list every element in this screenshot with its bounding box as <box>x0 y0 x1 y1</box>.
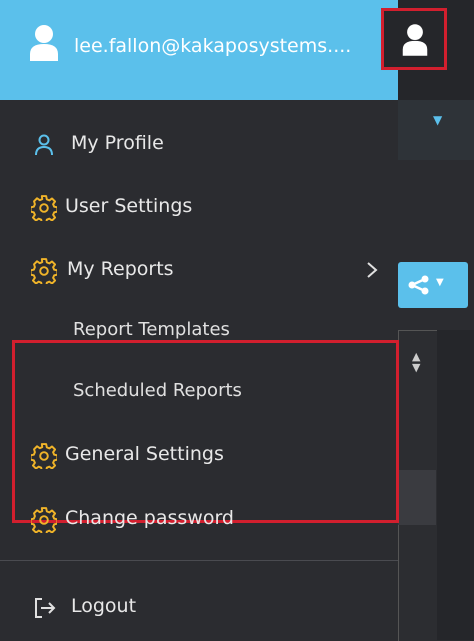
menu-item-user-settings[interactable]: User Settings <box>0 179 398 235</box>
gear-icon <box>31 507 57 533</box>
caret-down-icon: ▼ <box>436 277 444 288</box>
user-icon <box>30 25 58 61</box>
user-menu-button[interactable] <box>381 8 447 70</box>
background-panel <box>437 330 474 640</box>
logout-icon <box>35 598 56 618</box>
gear-icon <box>31 258 57 284</box>
user-email: lee.fallon@kakaposystems.... <box>74 35 352 57</box>
menu-item-label: My Reports <box>67 258 174 280</box>
user-outline-icon <box>35 134 53 156</box>
menu-divider <box>0 560 398 561</box>
share-button[interactable]: ▼ <box>398 262 468 308</box>
menu-item-change-password[interactable]: Change password <box>0 491 398 547</box>
menu-item-label: User Settings <box>65 195 193 217</box>
share-icon <box>408 275 429 295</box>
menu-item-label: Change password <box>65 507 234 529</box>
caret-down-icon[interactable]: ▼ <box>433 113 442 127</box>
menu-item-general-settings[interactable]: General Settings <box>0 427 398 483</box>
menu-item-label: Logout <box>71 595 137 617</box>
sort-icon[interactable]: ▲ ▼ <box>412 351 420 373</box>
chevron-right-icon <box>367 262 378 278</box>
user-icon <box>402 24 428 56</box>
user-dropdown-menu: My Profile User Settings My Reports Repo… <box>0 100 399 635</box>
user-dropdown-header: lee.fallon@kakaposystems.... <box>0 0 398 100</box>
menu-item-label: Report Templates <box>73 319 230 340</box>
menu-item-my-profile[interactable]: My Profile <box>0 116 398 172</box>
menu-item-my-reports[interactable]: My Reports <box>0 242 398 298</box>
gear-icon <box>31 195 57 221</box>
menu-item-label: My Profile <box>71 132 164 154</box>
background-toolbar <box>395 100 474 160</box>
menu-item-logout[interactable]: Logout <box>0 579 398 635</box>
table-row <box>398 470 436 525</box>
menu-item-label: General Settings <box>65 443 224 465</box>
gear-icon <box>31 443 57 469</box>
